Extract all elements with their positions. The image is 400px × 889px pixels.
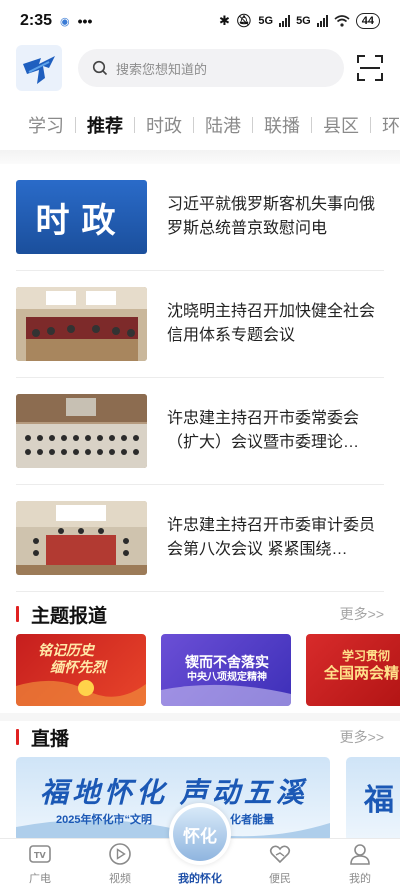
bottom-navigation: TV 广电 视频 怀化 我的怀化 便民 我的 (0, 803, 400, 889)
news-thumbnail: 时政 (16, 180, 147, 254)
news-title: 许忠建主持召开市委审计委员会第八次会议 紧紧围绕… (167, 517, 376, 558)
bluetooth-icon: ✱ (218, 13, 230, 28)
section-title: 直播 (31, 728, 70, 750)
battery-indicator: 44 (355, 13, 380, 29)
tab-xianqu[interactable]: 县区 (323, 112, 359, 138)
huaihua-logo: 怀化 (169, 803, 231, 865)
signal-5g-label-2: 5G (296, 15, 311, 27)
tab-lianbo[interactable]: 联播 (264, 112, 300, 138)
signal-icon-2 (316, 15, 328, 27)
topic-card[interactable]: 学习贯彻 全国两会精 (306, 634, 400, 706)
huaihua-badge-text: 怀化 (173, 807, 227, 861)
tab-lugang[interactable]: 陆港 (205, 112, 241, 138)
topics-section-header: 主题报道 更多>> (16, 600, 384, 628)
topic-line1: 学习贯彻 (342, 649, 391, 663)
topic-line1: 锲而不舍落实 (185, 654, 269, 670)
search-icon (92, 60, 108, 76)
signal-icon (279, 15, 291, 27)
nav-wode-huaihua[interactable]: 怀化 我的怀化 (160, 803, 240, 889)
section-marker (16, 729, 19, 745)
thumbnail-label: 时政 (35, 200, 128, 241)
tab-divider (134, 117, 135, 133)
nav-bianmin[interactable]: 便民 (240, 839, 320, 889)
news-title: 许忠建主持召开市委常委会（扩大）会议暨市委理论… (167, 410, 360, 451)
wifi-icon (334, 15, 350, 27)
news-item[interactable]: 许忠建主持召开市委审计委员会第八次会议 紧紧围绕… (16, 485, 384, 592)
nav-wode[interactable]: 我的 (320, 839, 400, 889)
channel-tabs: 学习 推荐 时政 陆港 联播 县区 环 (0, 108, 400, 142)
live-more-link[interactable]: 更多>> (340, 727, 384, 747)
tab-tuijian[interactable]: 推荐 (87, 112, 123, 138)
tv-icon: TV (29, 845, 51, 863)
tab-huan[interactable]: 环 (382, 112, 400, 138)
section-title: 主题报道 (31, 605, 108, 627)
svg-text:TV: TV (34, 851, 46, 860)
user-icon (350, 844, 370, 865)
app-notification-icon: ◉ (60, 15, 70, 28)
more-dots-icon: ••• (77, 13, 93, 29)
search-placeholder: 搜索您想知道的 (116, 61, 208, 77)
topic-card[interactable]: 锲而不舍落实 中央八项规定精神 (161, 634, 291, 706)
scan-icon[interactable] (356, 54, 384, 82)
tab-shizheng[interactable]: 时政 (146, 112, 182, 138)
live-section-header: 直播 更多>> (16, 723, 384, 751)
nav-label: 便民 (269, 873, 291, 885)
tab-divider (370, 117, 371, 133)
live-subline: 2025年怀化市“文明 (56, 814, 152, 826)
play-icon (109, 843, 131, 865)
tab-divider (75, 117, 76, 133)
signal-5g-label: 5G (258, 15, 274, 27)
topic-line2: 缅怀先烈 (50, 659, 106, 675)
topics-more-link[interactable]: 更多>> (340, 604, 384, 624)
nav-label: 我的 (349, 873, 371, 885)
news-item[interactable]: 时政 习近平就俄罗斯客机失事向俄罗斯总统普京致慰问电 (16, 164, 384, 271)
live-card-edge-glyph: 福 (364, 784, 394, 817)
app-logo[interactable] (16, 45, 62, 91)
heart-hand-icon (269, 845, 291, 864)
tab-divider (193, 117, 194, 133)
nav-label: 视频 (109, 873, 131, 885)
status-bar: 2:35 ◉ ••• ✱ 🔕︎ 5G 5G 44 (0, 0, 400, 42)
topic-line2: 中央八项规定精神 (187, 672, 267, 683)
news-item[interactable]: 许忠建主持召开市委常委会（扩大）会议暨市委理论… (16, 378, 384, 485)
tab-divider (311, 117, 312, 133)
nav-guangdian[interactable]: TV 广电 (0, 839, 80, 889)
news-thumbnail (16, 501, 147, 575)
live-headline: 福地怀化 声动五溪 (40, 777, 308, 808)
news-item[interactable]: 沈晓明主持召开加快健全社会信用体系专题会议 (16, 271, 384, 378)
news-thumbnail (16, 287, 147, 361)
section-divider (0, 713, 400, 721)
news-thumbnail (16, 394, 147, 468)
mute-icon: 🔕︎ (235, 13, 253, 28)
tab-divider (252, 117, 253, 133)
app-header: 搜索您想知道的 (0, 42, 400, 94)
live-card[interactable]: 福 (346, 757, 400, 842)
section-marker (16, 606, 19, 622)
topic-line1: 铭记历史 (38, 642, 94, 658)
nav-label: 我的怀化 (178, 873, 222, 885)
section-divider (0, 150, 400, 164)
nav-shipin[interactable]: 视频 (80, 839, 160, 889)
nav-label: 广电 (29, 873, 51, 885)
news-title: 沈晓明主持召开加快健全社会信用体系专题会议 (167, 303, 376, 344)
live-subline-2: 化者能量 (230, 814, 274, 826)
topic-line2: 全国两会精 (324, 665, 400, 682)
tab-xuexi[interactable]: 学习 (28, 112, 64, 138)
news-title: 习近平就俄罗斯客机失事向俄罗斯总统普京致慰问电 (167, 196, 376, 237)
search-bar[interactable]: 搜索您想知道的 (78, 49, 344, 87)
status-time: 2:35 (20, 12, 53, 29)
topic-card[interactable]: 铭记历史 缅怀先烈 (16, 634, 146, 706)
